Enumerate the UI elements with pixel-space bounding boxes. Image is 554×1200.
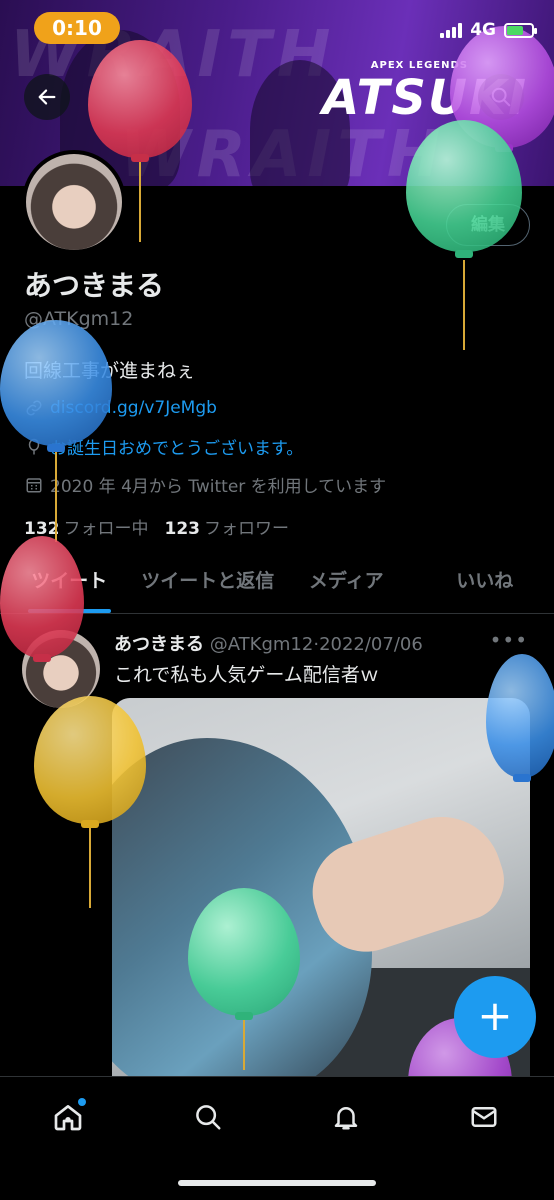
home-notification-dot — [78, 1098, 86, 1106]
calendar-icon — [24, 475, 44, 495]
balloon-yellow-left — [34, 696, 146, 908]
display-name: あつきまる — [24, 269, 165, 302]
nav-home[interactable] — [46, 1095, 90, 1139]
search-icon — [196, 1105, 221, 1130]
home-icon — [54, 1105, 82, 1131]
followers-count: 123 — [164, 519, 201, 539]
tweet-date: 2022/07/06 — [319, 634, 423, 655]
back-button[interactable] — [24, 74, 70, 120]
profile-avatar[interactable] — [22, 150, 126, 254]
followers-link[interactable]: 123 フォロワー — [165, 514, 290, 539]
tab-tweets-and-replies[interactable]: ツイートと返信 — [139, 556, 278, 613]
status-indicators: 4G — [440, 20, 537, 40]
status-bar: 0:10 4G — [0, 0, 554, 56]
network-type: 4G — [470, 20, 496, 40]
profile-joined-row: 2020 年 4月から Twitter を利用しています — [24, 472, 386, 497]
tweet-author-name: あつきまる — [114, 634, 204, 655]
tab-media[interactable]: メディア — [277, 556, 416, 613]
compose-tweet-button[interactable]: + — [454, 976, 536, 1058]
followers-label: フォロワー — [204, 519, 289, 539]
status-time: 0:10 — [34, 12, 120, 44]
nav-search[interactable] — [186, 1095, 230, 1139]
balloon-green-top — [406, 120, 522, 350]
back-arrow-icon — [38, 89, 56, 105]
balloon-green-bottom — [188, 888, 300, 1070]
tweet-more-icon[interactable]: ••• — [490, 628, 528, 652]
balloon-blue-left — [0, 320, 112, 542]
nav-notifications[interactable] — [324, 1095, 368, 1139]
balloon-blue-right — [486, 654, 554, 782]
battery-icon — [504, 22, 537, 38]
tweet-header: あつきまる @ATKgm12·2022/07/06 — [114, 630, 423, 656]
profile-joined: 2020 年 4月から Twitter を利用しています — [50, 477, 387, 497]
tweet-author-handle: @ATKgm12 — [209, 634, 314, 655]
messages-icon — [471, 1107, 497, 1127]
signal-icon — [440, 22, 463, 38]
home-indicator[interactable] — [178, 1180, 376, 1186]
tweet-text: これで私も人気ゲーム配信者ｗ — [114, 664, 379, 686]
balloon-red-top — [88, 40, 192, 242]
balloon-red-left — [0, 536, 84, 662]
tab-likes[interactable]: いいね — [416, 556, 554, 613]
notifications-icon — [334, 1107, 358, 1130]
nav-messages[interactable] — [462, 1095, 506, 1139]
